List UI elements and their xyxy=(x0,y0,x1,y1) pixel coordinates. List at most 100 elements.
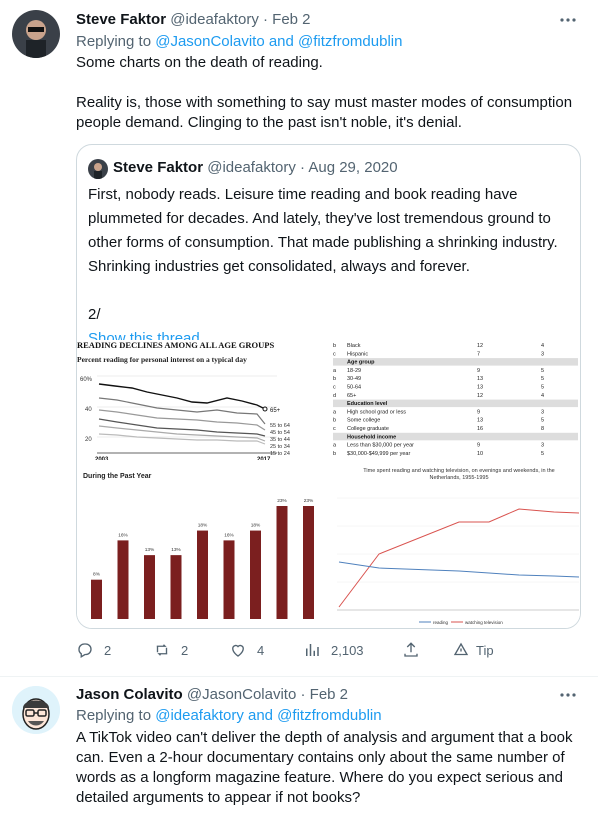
ytick-20: 20 xyxy=(85,437,92,443)
bar-value-label: 16% xyxy=(224,532,234,538)
quoted-tweet[interactable]: Steve Faktor @ideafaktory · Aug 29, 2020… xyxy=(76,144,581,629)
bar xyxy=(223,540,235,619)
tweet-text: Some charts on the death of reading. Rea… xyxy=(76,53,581,133)
replying-users-link[interactable]: @ideafaktory and @fitzfromdublin xyxy=(155,707,381,724)
more-options-icon[interactable] xyxy=(558,10,578,30)
table-row-value-2: 3 xyxy=(541,443,544,449)
media-bar-chart[interactable]: During the Past Year 8% 16% 13% 13% 18% 16% 18… xyxy=(77,464,326,628)
replying-users-link[interactable]: @JasonColavito and @fitzfromdublin xyxy=(155,33,402,50)
table-section-label: Age group xyxy=(347,360,375,366)
author-name[interactable]: Steve Faktor xyxy=(76,11,166,28)
netherlands-chart-svg: Time spent reading and watching televisi… xyxy=(337,468,580,625)
retweet-button[interactable]: 2 xyxy=(153,640,188,660)
table-row-value-1: 10 xyxy=(477,451,483,457)
bar-value-label: 8% xyxy=(93,572,101,578)
table-row-letter: c xyxy=(333,426,336,432)
bar xyxy=(303,506,314,619)
table-row-label: High school grad or less xyxy=(347,409,406,415)
table-row-label: 65+ xyxy=(347,393,356,399)
like-button[interactable]: 4 xyxy=(229,640,264,660)
bar-value-label: 16% xyxy=(118,532,128,538)
table-row-letter: a xyxy=(333,409,337,415)
author-handle[interactable]: @ideafaktory xyxy=(170,11,259,28)
ytick-40: 40 xyxy=(85,407,92,413)
quote-avatar[interactable] xyxy=(88,159,108,179)
heart-icon xyxy=(232,644,244,657)
series-label-15-24: 15 to 24 xyxy=(270,451,290,457)
media-line-chart[interactable]: READING DECLINES AMONG ALL AGE GROUPS Pe… xyxy=(77,340,326,460)
quote-text: First, nobody reads. Leisure time readin… xyxy=(88,183,568,351)
bar-chart-svg: During the Past Year 8% 16% 13% 13% 18% 16% 18… xyxy=(83,473,314,619)
replying-to: Replying to @ideafaktory and @fitzfromdu… xyxy=(76,706,382,726)
retweet-count: 2 xyxy=(181,642,189,658)
table-row-value-1: 13 xyxy=(477,418,483,424)
table-row-value-2: 5 xyxy=(541,451,544,457)
xend-label: 2017 xyxy=(257,457,271,460)
bar xyxy=(144,555,155,619)
avatar[interactable] xyxy=(12,686,60,734)
media-grid[interactable]: READING DECLINES AMONG ALL AGE GROUPS Pe… xyxy=(77,340,580,628)
table-row-letter: c xyxy=(333,351,336,357)
tweet-date[interactable]: Feb 2 xyxy=(310,686,348,703)
views-icon xyxy=(306,644,319,656)
table-row-label: Some college xyxy=(347,418,380,424)
tweet-date[interactable]: Feb 2 xyxy=(272,11,310,28)
tweet-header: Steve Faktor @ideafaktory · Feb 2 xyxy=(76,10,311,30)
quote-author-handle: @ideafaktory xyxy=(207,159,296,176)
table-row-label: Less than $30,000 per year xyxy=(347,443,414,449)
quote-counter: 2/ xyxy=(88,306,101,323)
netherlands-chart-title: Time spent reading and watching televisi… xyxy=(363,468,555,481)
tweet-steve-faktor[interactable]: Steve Faktor @ideafaktory · Feb 2 Replyi… xyxy=(0,0,598,680)
tip-label: Tip xyxy=(476,642,494,658)
legend-tv: watching television xyxy=(465,620,503,625)
table-row-letter: b xyxy=(333,418,336,424)
table-row-letter: d xyxy=(333,393,336,399)
replying-prefix: Replying to xyxy=(76,707,152,724)
table-row-letter: b xyxy=(333,376,336,382)
bar-value-label: 18% xyxy=(251,523,261,529)
reply-button[interactable]: 2 xyxy=(76,640,111,660)
bar xyxy=(91,579,102,619)
table-section-label: Education level xyxy=(347,401,388,407)
table-row-value-1: 9 xyxy=(477,368,480,374)
avatar[interactable] xyxy=(12,10,60,58)
table-row-value-2: 3 xyxy=(541,351,544,357)
tweet-jason-colavito[interactable]: Jason Colavito @JasonColavito · Feb 2 Re… xyxy=(0,676,598,817)
reply-count: 2 xyxy=(104,642,112,658)
retweet-icon xyxy=(156,644,168,656)
tweet-text-p1: Some charts on the death of reading. xyxy=(76,54,323,71)
tip-button[interactable]: Tip xyxy=(452,640,494,660)
line-chart-subtitle: Percent reading for personal interest on… xyxy=(77,355,247,364)
table-row-letter: b xyxy=(333,343,336,349)
views-count: 2,103 xyxy=(331,642,364,658)
table-row-value-1: 7 xyxy=(477,351,480,357)
author-name[interactable]: Jason Colavito xyxy=(76,686,183,703)
bar xyxy=(170,555,182,619)
table-row-label: College graduate xyxy=(347,426,389,432)
table-row-value-1: 9 xyxy=(477,409,480,415)
share-button[interactable] xyxy=(402,640,430,660)
author-handle[interactable]: @JasonColavito xyxy=(187,686,296,703)
like-count: 4 xyxy=(257,642,265,658)
table-row-label: $30,000-$49,999 per year xyxy=(347,451,410,457)
share-icon xyxy=(404,642,418,657)
more-options-icon[interactable] xyxy=(558,685,578,705)
media-line-chart-netherlands[interactable]: Time spent reading and watching televisi… xyxy=(329,464,580,628)
bar xyxy=(197,530,208,619)
quote-header: Steve Faktor @ideafaktory · Aug 29, 2020 xyxy=(113,158,398,178)
series-label-45-54: 45 to 54 xyxy=(270,430,290,436)
separator: · xyxy=(263,11,268,28)
reply-icon xyxy=(78,643,92,658)
table-row-value-2: 5 xyxy=(541,418,544,424)
replying-prefix: Replying to xyxy=(76,33,152,50)
bar-value-label: 13% xyxy=(171,547,181,553)
tweet-header: Jason Colavito @JasonColavito · Feb 2 xyxy=(76,685,348,705)
action-bar: 2 2 4 2,103 Tip xyxy=(76,640,496,660)
line-chart-svg: READING DECLINES AMONG ALL AGE GROUPS Pe… xyxy=(77,340,290,460)
table-row-label: 18-29 xyxy=(347,368,361,374)
replying-to: Replying to @JasonColavito and @fitzfrom… xyxy=(76,32,402,52)
table-row-value-1: 13 xyxy=(477,385,483,391)
views-button[interactable]: 2,103 xyxy=(303,640,364,660)
media-table[interactable]: b Black 12 4 c Hispanic 7 3 Age group a 18-29 9 5 b 30… xyxy=(329,340,580,460)
bar xyxy=(117,540,129,619)
